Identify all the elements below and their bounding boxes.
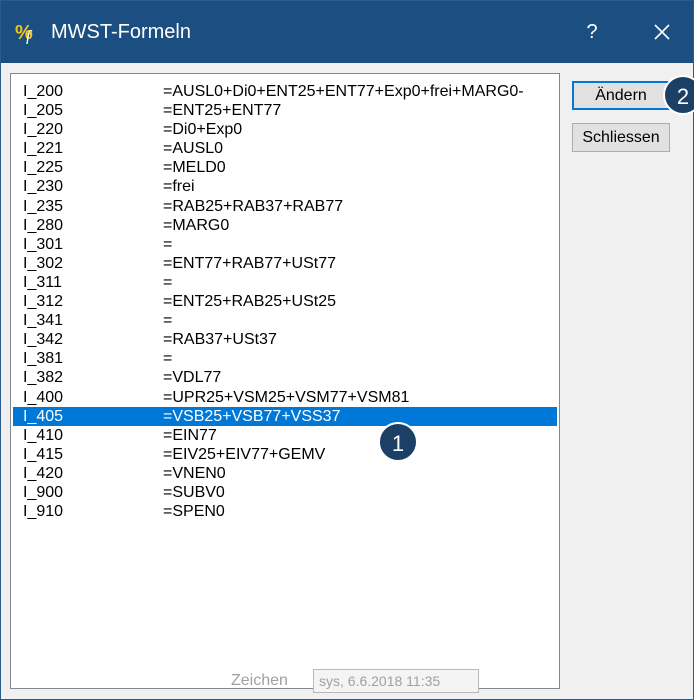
list-item-formula: = bbox=[163, 235, 173, 253]
list-item[interactable]: I_341 = bbox=[13, 311, 557, 330]
callout-marker-1: 1 bbox=[378, 422, 418, 462]
list-item[interactable]: I_301 = bbox=[13, 235, 557, 254]
list-item-name: I_230 bbox=[23, 178, 64, 196]
formula-listbox[interactable]: I_200 =AUSL0+Di0+ENT25+ENT77+Exp0+frei+MA… bbox=[10, 73, 560, 689]
list-item[interactable]: I_205 =ENT25+ENT77 bbox=[13, 101, 557, 120]
list-item[interactable]: I_415 =EIV25+EIV77+GEMV bbox=[13, 445, 557, 464]
list-item[interactable]: I_311 = bbox=[13, 273, 557, 292]
list-item-name: I_311 bbox=[23, 273, 62, 291]
schliessen-button[interactable]: Schliessen bbox=[572, 123, 670, 152]
close-icon bbox=[654, 24, 670, 40]
list-item-formula: =VDL77 bbox=[163, 369, 222, 387]
list-item-name: I_900 bbox=[23, 483, 64, 501]
list-item-name: I_405 bbox=[23, 407, 64, 425]
list-item-name: I_221 bbox=[23, 140, 64, 158]
list-item-name: I_410 bbox=[23, 426, 64, 444]
list-item-formula: =AUSL0+Di0+ENT25+ENT77+Exp0+frei+MARG0- bbox=[163, 83, 524, 100]
list-item-name: I_205 bbox=[23, 102, 64, 120]
list-item[interactable]: I_230 =frei bbox=[13, 177, 557, 196]
list-item-formula: = bbox=[163, 312, 173, 330]
list-item-formula: =EIV25+EIV77+GEMV bbox=[163, 445, 326, 463]
list-item-name: I_341 bbox=[23, 312, 64, 330]
list-item[interactable]: I_221 =AUSL0 bbox=[13, 139, 557, 158]
list-item-name: I_235 bbox=[23, 197, 64, 215]
list-item[interactable]: I_405 =VSB25+VSB77+VSS37 bbox=[13, 406, 557, 426]
aendern-button[interactable]: Ändern bbox=[572, 81, 670, 110]
list-item-name: I_910 bbox=[23, 503, 64, 521]
list-item-formula: =AUSL0 bbox=[163, 140, 224, 158]
list-item-formula: =ENT77+RAB77+USt77 bbox=[163, 254, 336, 272]
list-item[interactable]: I_381 = bbox=[13, 349, 557, 368]
list-item-formula: =ENT25+RAB25+USt25 bbox=[163, 293, 336, 311]
list-item-formula: =EIN77 bbox=[163, 426, 217, 444]
list-item-formula: =MELD0 bbox=[163, 159, 226, 177]
list-item[interactable]: I_312 =ENT25+RAB25+USt25 bbox=[13, 292, 557, 311]
list-item[interactable]: I_220 =Di0+Exp0 bbox=[13, 120, 557, 139]
list-item-formula: =frei bbox=[163, 178, 195, 196]
list-item-name: I_415 bbox=[23, 445, 64, 463]
list-item-name: I_302 bbox=[23, 254, 64, 272]
list-item-name: I_200 bbox=[23, 83, 64, 100]
list-item[interactable]: I_910 =SPEN0 bbox=[13, 502, 557, 521]
zeichen-label: Zeichen bbox=[231, 672, 288, 689]
list-item[interactable]: I_420 =VNEN0 bbox=[13, 464, 557, 483]
list-item-name: I_220 bbox=[23, 121, 64, 139]
list-item[interactable]: I_200 =AUSL0+Di0+ENT25+ENT77+Exp0+frei+MA… bbox=[13, 82, 557, 101]
close-button[interactable] bbox=[633, 1, 691, 63]
title-bar[interactable]: % f MWST-Formeln ? bbox=[1, 1, 693, 63]
list-item-name: I_312 bbox=[23, 293, 64, 311]
list-item-formula: =SPEN0 bbox=[163, 503, 225, 521]
list-item[interactable]: I_342 =RAB37+USt37 bbox=[13, 330, 557, 349]
list-item[interactable]: I_382 =VDL77 bbox=[13, 368, 557, 387]
list-item-name: I_400 bbox=[23, 388, 64, 406]
mwst-formeln-dialog: % f MWST-Formeln ? I_200 =AUSL0+Di0+ENT25… bbox=[0, 0, 694, 700]
window-title: MWST-Formeln bbox=[51, 21, 191, 43]
list-item-name: I_301 bbox=[23, 235, 64, 253]
list-item-formula: =VSB25+VSB77+VSS37 bbox=[163, 407, 341, 425]
list-item-formula: =VNEN0 bbox=[163, 464, 226, 482]
list-item-formula: = bbox=[163, 350, 173, 368]
list-item-formula: =RAB25+RAB37+RAB77 bbox=[163, 197, 344, 215]
help-button[interactable]: ? bbox=[566, 1, 618, 63]
list-item-formula: =UPR25+VSM25+VSM77+VSM81 bbox=[163, 388, 410, 406]
list-item[interactable]: I_302 =ENT77+RAB77+USt77 bbox=[13, 254, 557, 273]
list-item-formula: =MARG0 bbox=[163, 216, 230, 234]
list-item[interactable]: I_280 =MARG0 bbox=[13, 216, 557, 235]
list-item[interactable]: I_225 =MELD0 bbox=[13, 158, 557, 177]
list-item-name: I_381 bbox=[23, 350, 64, 368]
list-item-name: I_280 bbox=[23, 216, 64, 234]
list-item-formula: = bbox=[163, 273, 173, 291]
list-item-formula: =Di0+Exp0 bbox=[163, 121, 243, 139]
list-item-name: I_342 bbox=[23, 331, 64, 349]
list-item-name: I_382 bbox=[23, 369, 64, 387]
zeichen-field: sys, 6.6.2018 11:35 bbox=[313, 669, 479, 693]
formula-list: I_200 =AUSL0+Di0+ENT25+ENT77+Exp0+frei+MA… bbox=[13, 82, 557, 521]
list-item[interactable]: I_900 =SUBV0 bbox=[13, 483, 557, 502]
list-item-formula: =RAB37+USt37 bbox=[163, 331, 277, 349]
list-item[interactable]: I_235 =RAB25+RAB37+RAB77 bbox=[13, 197, 557, 216]
list-item-name: I_420 bbox=[23, 464, 64, 482]
list-item-name: I_225 bbox=[23, 159, 64, 177]
list-item[interactable]: I_400 =UPR25+VSM25+VSM77+VSM81 bbox=[13, 388, 557, 407]
percent-formula-icon: % f bbox=[15, 20, 39, 45]
list-item-formula: =SUBV0 bbox=[163, 483, 225, 501]
list-item[interactable]: I_410 =EIN77 bbox=[13, 426, 557, 445]
list-item-formula: =ENT25+ENT77 bbox=[163, 102, 282, 120]
